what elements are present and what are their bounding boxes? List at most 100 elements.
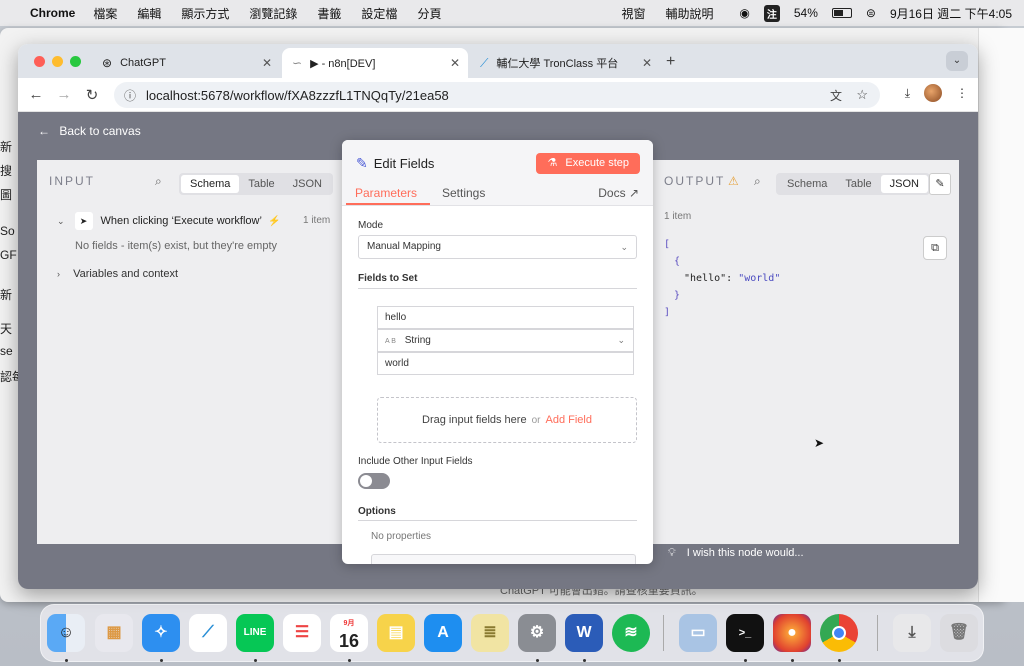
docs-link[interactable]: Docs ↗ [598,186,639,200]
input-method-indicator[interactable]: 注 [763,4,780,22]
trash-icon[interactable]: 🗑︎ [940,614,978,652]
flask-icon: ⚗ [547,157,558,169]
spotify-icon[interactable]: ≋ [612,614,650,652]
launchpad-icon[interactable]: ▦ [95,614,133,652]
bookmark-star-icon[interactable]: ☆ [856,87,868,103]
tab-settings[interactable]: Settings [442,186,485,200]
tab-chatgpt[interactable]: ⊛ ChatGPT ✕ [92,48,280,78]
menu-bookmarks[interactable]: 書籤 [317,5,341,22]
cursor-click-icon: ➤ [74,212,93,230]
download-icon[interactable]: ⤓ [905,86,910,101]
control-center-icon[interactable]: ⊜ [866,6,876,20]
app-store-icon[interactable]: A [424,614,462,652]
execute-step-button[interactable]: ⚗ Execute step [536,153,640,174]
fields-to-set-label: Fields to Set [358,273,418,284]
address-bar[interactable]: ⓘ localhost:5678/workflow/fXA8zzzfL1TNQq… [114,82,880,108]
chrome-icon[interactable] [820,614,858,652]
menu-view[interactable]: 顯示方式 [181,5,229,22]
field-name-input[interactable]: hello [377,306,634,329]
forward-button[interactable]: → [50,86,78,103]
add-field-link[interactable]: Add Field [545,414,591,426]
line-icon[interactable]: LINE [236,614,274,652]
menu-edit[interactable]: 編輯 [137,5,161,22]
zoom-window-button[interactable] [70,56,81,67]
warning-icon[interactable]: ⚠ [728,174,739,188]
calendar-icon[interactable]: 9月 16 [330,614,368,652]
field-value-input[interactable]: world [377,352,634,375]
battery-percent: 54% [793,6,818,20]
json-value: "world" [738,273,781,284]
chrome-menu-icon[interactable]: ⋮ [956,86,968,100]
input-search-icon[interactable]: ⌕ [155,174,162,189]
input-view-table[interactable]: Table [239,175,283,193]
input-view-switcher: Schema Table JSON [179,173,333,195]
downloads-folder-icon[interactable]: ⤓ [893,614,931,652]
add-option-button[interactable] [371,554,636,564]
close-tab-icon[interactable]: ✕ [642,56,652,70]
input-view-schema[interactable]: Schema [181,175,240,193]
menu-history[interactable]: 瀏覽記錄 [249,5,297,22]
output-view-json[interactable]: JSON [880,175,928,193]
battery-icon[interactable] [831,8,852,18]
tronclass-app-icon[interactable]: ⟋ [189,614,227,652]
finder-icon[interactable]: ☺ [47,614,85,652]
tab-n8n[interactable]: ∽ ▶ - n8n[DEV] ✕ [282,48,468,78]
input-item-count: 1 item [303,215,331,226]
firefox-icon[interactable]: ● [773,614,811,652]
translate-icon[interactable]: 文 [830,87,842,104]
copy-icon[interactable]: ⧉ [923,236,947,260]
macos-dock: ☺ ▦ ✧ ⟋ LINE ☰ 9月 16 ▤ A ≣ ⚙ W ≋ ▭ >_ ● … [40,604,984,662]
close-tab-icon[interactable]: ✕ [450,56,460,70]
arrow-left-icon: ← [38,124,50,138]
minimize-window-button[interactable] [52,56,63,67]
output-search-icon[interactable]: ⌕ [754,174,761,189]
new-tab-button[interactable]: + [666,53,675,71]
include-other-fields-toggle[interactable] [358,473,390,489]
tab-tronclass[interactable]: ⟋ 輔仁大學 TronClass 平台 ✕ [470,48,660,78]
chevron-down-icon[interactable]: ⌄ [57,216,65,227]
terminal-icon[interactable]: >_ [726,614,764,652]
safari-icon[interactable]: ✧ [142,614,180,652]
tab-search-button[interactable]: ⌄ [946,51,968,71]
reload-button[interactable]: ↻ [78,86,106,104]
menu-window[interactable]: 視窗 [621,5,645,22]
focus-icon[interactable]: ◉ [739,6,749,20]
options-label: Options [358,506,396,517]
menu-tab[interactable]: 分頁 [417,5,441,22]
notes-icon[interactable]: ▤ [377,614,415,652]
profile-avatar[interactable] [924,84,942,102]
back-button[interactable]: ← [22,86,50,103]
bg-side-item: 新 [0,140,13,154]
execute-step-label: Execute step [565,157,629,169]
window-controls [34,56,81,67]
trigger-node-row[interactable]: ⌄ ➤ When clicking ‘Execute workflow’ ⚡ [57,212,280,230]
preview-icon[interactable]: ▭ [679,614,717,652]
menu-help[interactable]: 輔助說明 [665,5,713,22]
edit-output-pencil-icon[interactable]: ✎ [929,173,951,195]
variables-context-row[interactable]: › Variables and context [57,268,178,280]
field-type-select[interactable]: A B String ⌄ [377,329,634,352]
clock[interactable]: 9月16日 週二 下午4:05 [890,5,1012,22]
drop-zone[interactable]: Drag input fields here or Add Field [377,397,637,443]
menu-app-name[interactable]: Chrome [30,6,75,20]
output-view-schema[interactable]: Schema [778,175,836,193]
output-view-table[interactable]: Table [836,175,880,193]
feedback-link[interactable]: 💡︎ I wish this node would... [668,547,804,560]
site-info-icon[interactable]: ⓘ [124,87,136,104]
background-sidebar: 新 搜 圖 So GF 新 天 se 認每 [0,138,20,392]
url-text[interactable]: localhost:5678/workflow/fXA8zzzfL1TNQqTy… [146,88,449,103]
chevron-right-icon[interactable]: › [57,269,60,279]
system-settings-icon[interactable]: ⚙ [518,614,556,652]
stickies-icon[interactable]: ≣ [471,614,509,652]
menu-file[interactable]: 檔案 [93,5,117,22]
word-icon[interactable]: W [565,614,603,652]
menu-profiles[interactable]: 設定檔 [361,5,397,22]
close-window-button[interactable] [34,56,45,67]
tab-parameters[interactable]: Parameters [355,186,417,200]
close-tab-icon[interactable]: ✕ [262,56,272,70]
reminders-icon[interactable]: ☰ [283,614,321,652]
mode-select[interactable]: Manual Mapping ⌄ [358,235,637,259]
back-to-canvas-link[interactable]: ← Back to canvas [38,124,141,138]
bolt-icon: ⚡ [267,215,281,227]
input-view-json[interactable]: JSON [284,175,331,193]
